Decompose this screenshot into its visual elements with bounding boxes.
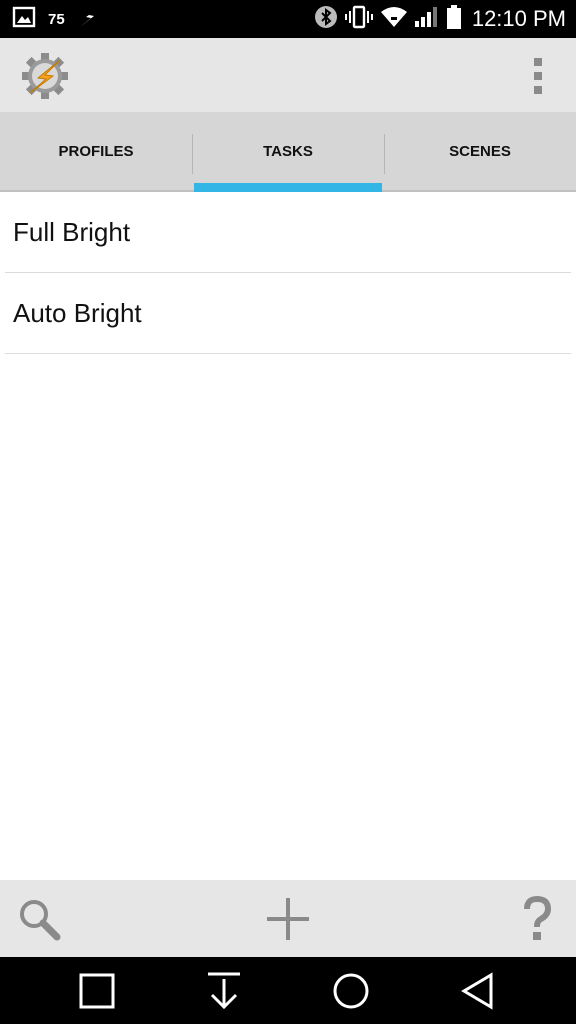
battery-icon (446, 4, 462, 35)
status-right: 12:10 PM (314, 4, 566, 34)
notifications-pull-icon[interactable] (202, 969, 246, 1013)
home-icon[interactable] (329, 969, 373, 1013)
status-bar: 75 12:10 PM (0, 0, 576, 38)
overflow-dot (534, 72, 542, 80)
task-item-auto-bright[interactable]: Auto Bright (5, 273, 571, 354)
overflow-dot (534, 86, 542, 94)
add-icon[interactable] (263, 894, 313, 944)
overflow-menu-icon[interactable] (530, 58, 546, 94)
task-item-full-bright[interactable]: Full Bright (5, 192, 571, 273)
tab-bar: PROFILES TASKS SCENES (0, 112, 576, 192)
navigation-bar (0, 957, 576, 1024)
gallery-icon (12, 5, 36, 34)
bluetooth-icon (314, 5, 338, 34)
search-icon[interactable] (14, 894, 64, 944)
status-left: 75 (12, 6, 103, 32)
tab-scenes[interactable]: SCENES (384, 112, 576, 190)
help-icon[interactable] (512, 894, 562, 944)
notification-count: 75 (48, 10, 65, 28)
clock: 12:10 PM (471, 6, 566, 31)
vibrate-icon (344, 5, 374, 34)
app-bar (0, 38, 576, 112)
back-icon[interactable] (456, 969, 500, 1013)
wifi-icon (380, 5, 408, 34)
recents-icon[interactable] (75, 969, 119, 1013)
signal-icon (414, 5, 440, 34)
tab-profiles[interactable]: PROFILES (0, 112, 192, 190)
overflow-dot (534, 58, 542, 66)
task-list: Full Bright Auto Bright (5, 192, 571, 354)
tab-tasks[interactable]: TASKS (192, 112, 384, 192)
bottom-toolbar (0, 880, 576, 957)
flash-icon (77, 5, 103, 34)
tasker-gear-bolt-icon[interactable] (20, 52, 70, 100)
